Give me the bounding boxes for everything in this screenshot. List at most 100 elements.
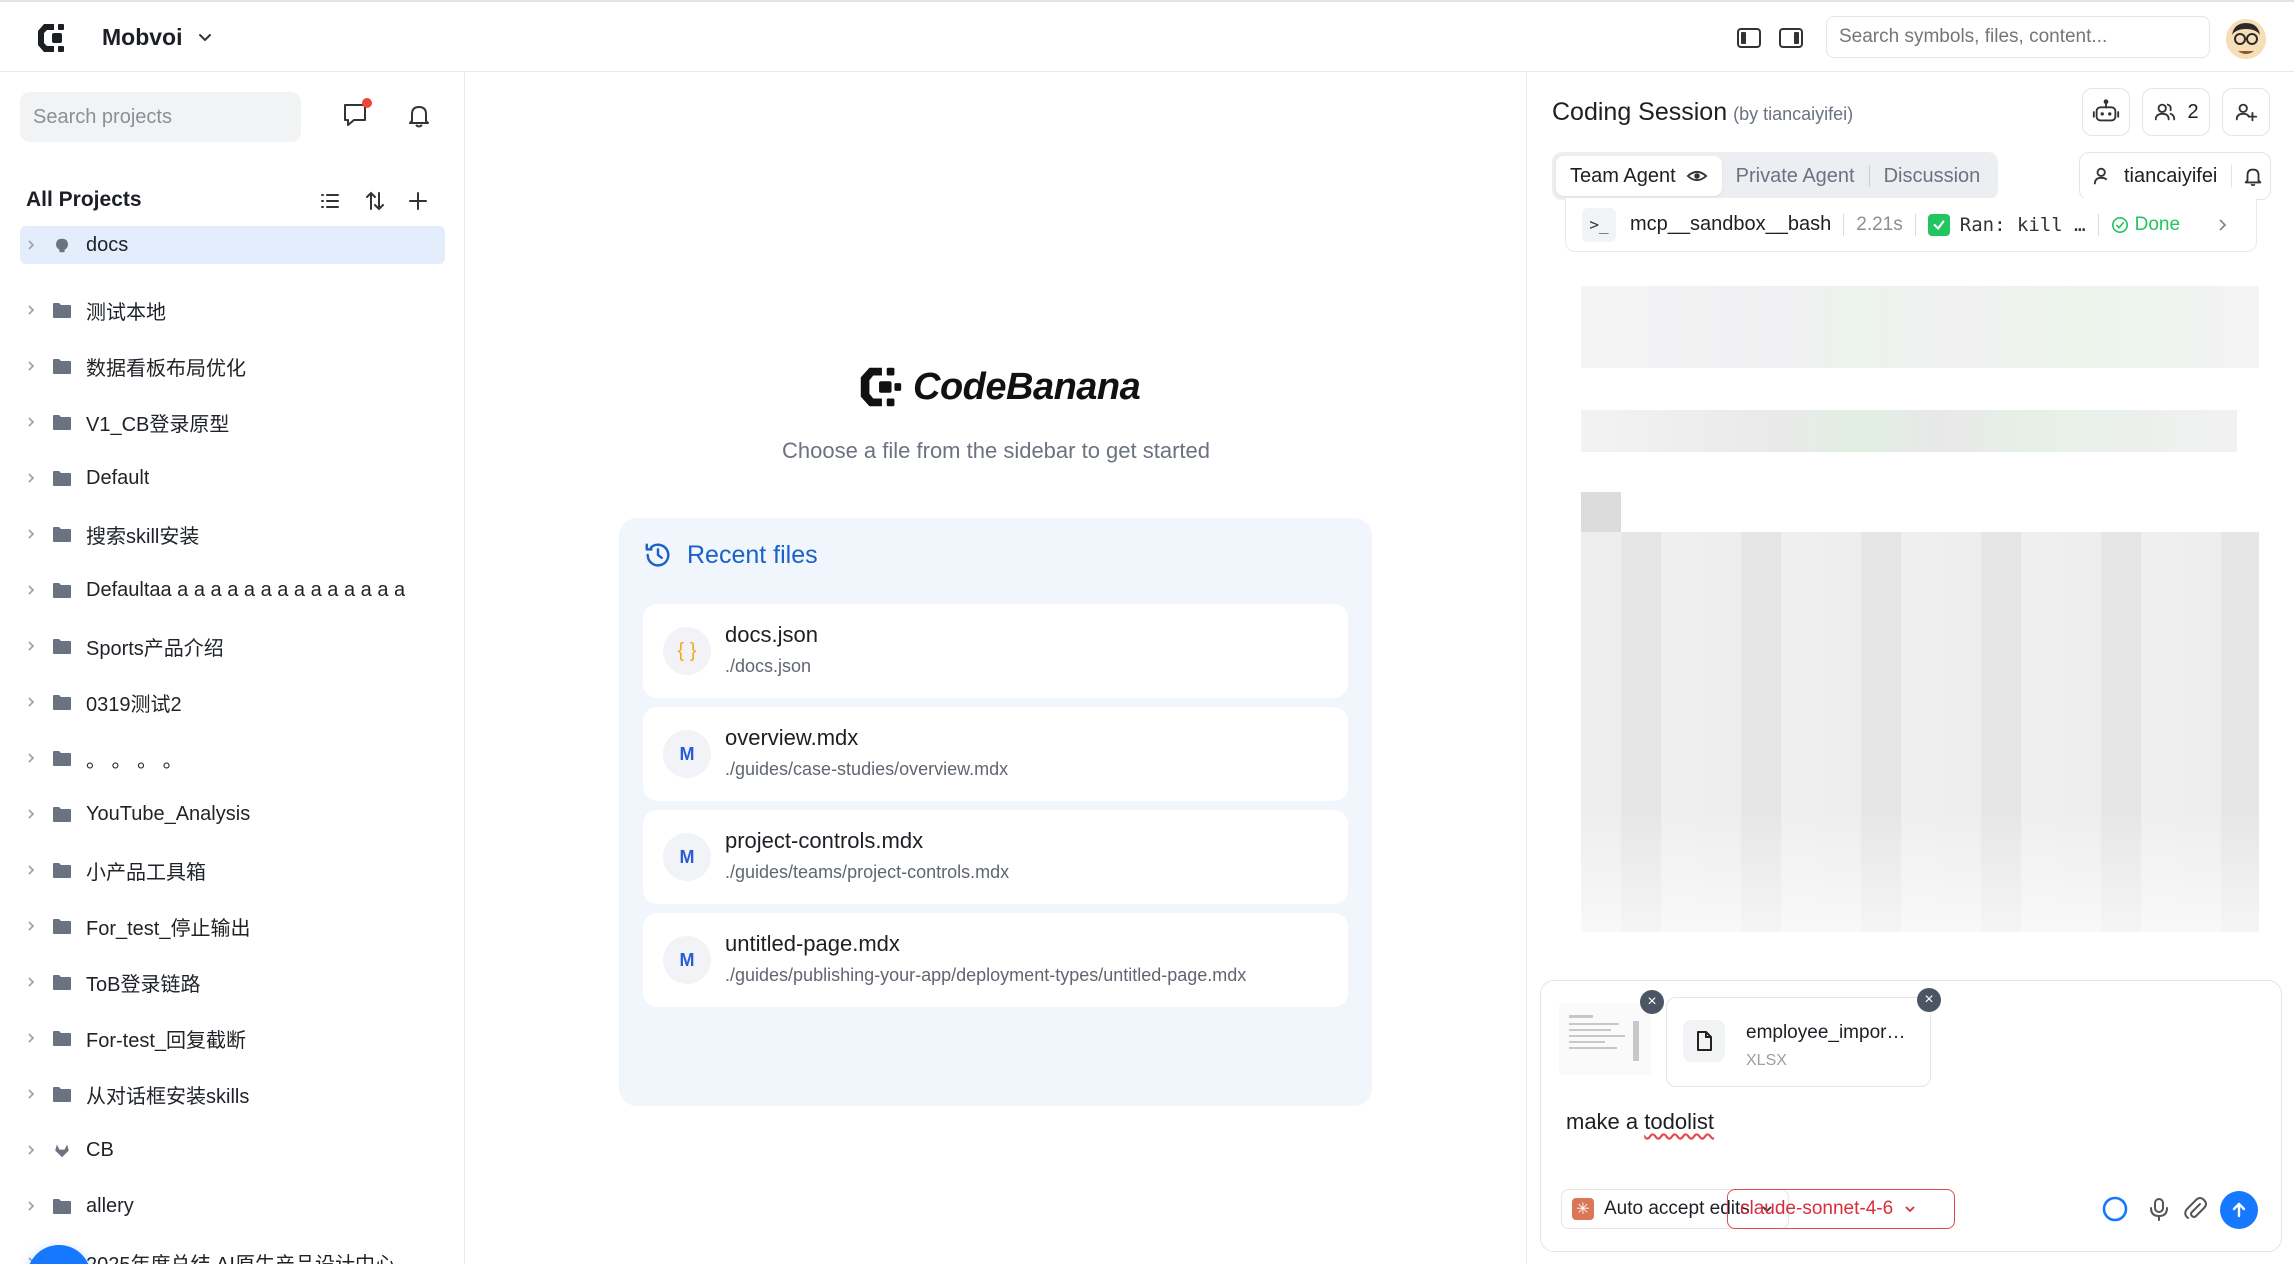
- chevron-right-icon[interactable]: [24, 863, 38, 877]
- project-tree-item[interactable]: 从对话框安装skills: [20, 1066, 445, 1122]
- project-tree-item[interactable]: 测试本地: [20, 282, 445, 338]
- project-tree-item[interactable]: V1_CB登录原型: [20, 394, 445, 450]
- editor-empty-state: CodeBanana Choose a file from the sideba…: [466, 72, 1526, 1264]
- chevron-right-icon[interactable]: [24, 639, 38, 653]
- chevron-right-icon[interactable]: [24, 471, 38, 485]
- project-tree-item[interactable]: docs: [20, 226, 445, 264]
- project-search-input[interactable]: Search projects: [20, 92, 301, 142]
- chevron-right-icon[interactable]: [24, 695, 38, 709]
- redacted-content: [1581, 286, 2259, 368]
- prompt-input[interactable]: make a todolist: [1566, 1109, 1714, 1135]
- remove-attachment-icon[interactable]: ×: [1640, 990, 1664, 1014]
- list-view-icon[interactable]: [318, 189, 342, 213]
- recent-file-row[interactable]: { } docs.json ./docs.json: [643, 604, 1348, 698]
- project-tree-item[interactable]: 。 。 。 。: [20, 730, 445, 786]
- microphone-icon[interactable]: [2145, 1195, 2173, 1223]
- project-tree-item[interactable]: 小产品工具箱: [20, 842, 445, 898]
- project-tree-item[interactable]: 0319测试2: [20, 674, 445, 730]
- tab-private-agent[interactable]: Private Agent: [1722, 156, 1869, 196]
- chevron-right-icon[interactable]: [24, 807, 38, 821]
- model-selector[interactable]: claude-sonnet-4-6: [1727, 1189, 1955, 1229]
- redacted-content: [1581, 492, 1621, 532]
- session-user-button[interactable]: tiancaiyifei: [2079, 152, 2271, 200]
- file-type-icon: M: [663, 730, 711, 778]
- chevron-right-icon[interactable]: [24, 303, 38, 317]
- divider: [1843, 213, 1845, 236]
- section-title: All Projects: [26, 188, 142, 211]
- project-tree-item[interactable]: allery: [20, 1178, 445, 1234]
- chevron-right-icon[interactable]: [24, 919, 38, 933]
- tab-label: Team Agent: [1570, 164, 1676, 187]
- brand: CodeBanana: [855, 362, 1141, 412]
- add-project-icon[interactable]: [406, 189, 430, 213]
- gitlab-icon: [55, 1144, 69, 1157]
- folder-icon: [53, 526, 71, 542]
- project-tree-item[interactable]: 搜索skill安装: [20, 506, 445, 562]
- project-tree-item[interactable]: 数据看板布局优化: [20, 338, 445, 394]
- project-tree-item[interactable]: CB: [20, 1122, 445, 1178]
- send-button[interactable]: [2220, 1191, 2258, 1229]
- attachment-name: employee_impor…: [1746, 1022, 1906, 1043]
- invite-user-button[interactable]: [2222, 88, 2270, 136]
- agent-settings-button[interactable]: [2082, 88, 2130, 136]
- paperclip-icon[interactable]: [2181, 1195, 2209, 1223]
- add-user-icon: [2235, 103, 2258, 122]
- file-type-icon: M: [663, 936, 711, 984]
- codebanana-logo-icon[interactable]: [32, 18, 72, 58]
- remove-attachment-icon[interactable]: ×: [1917, 988, 1941, 1012]
- file-attachment-card[interactable]: employee_impor… XLSX: [1666, 997, 1931, 1087]
- chevron-right-icon[interactable]: [24, 527, 38, 541]
- members-button[interactable]: 2: [2142, 88, 2210, 136]
- project-name: Sports产品介绍: [86, 637, 224, 660]
- project-tree-item[interactable]: Default: [20, 450, 445, 506]
- terminal-icon: >_: [1582, 207, 1616, 242]
- session-title-text: Coding Session: [1552, 98, 1728, 126]
- folder-icon: [53, 582, 71, 598]
- redacted-content: [1581, 410, 2237, 452]
- chevron-right-icon[interactable]: [24, 975, 38, 989]
- tool-call-row[interactable]: >_ mcp__sandbox__bash 2.21s Ran: kill … …: [1565, 198, 2257, 252]
- project-tree-item[interactable]: YouTube_Analysis: [20, 786, 445, 842]
- bell-icon[interactable]: [404, 100, 434, 130]
- toggle-left-panel-icon[interactable]: [1736, 26, 1762, 50]
- project-tree-item[interactable]: For-test_回复截断: [20, 1010, 445, 1066]
- recent-file-row[interactable]: Muntitled-page.mdx ./guides/publishing-yo…: [643, 913, 1348, 1007]
- bell-icon[interactable]: [2242, 165, 2264, 187]
- chevron-right-icon[interactable]: [24, 238, 38, 252]
- tab-team-agent[interactable]: Team Agent: [1556, 156, 1722, 196]
- chevron-right-icon[interactable]: [24, 1031, 38, 1045]
- chevron-right-icon[interactable]: [24, 1143, 38, 1157]
- sort-icon[interactable]: [363, 189, 387, 213]
- project-tree-item[interactable]: Sports产品介绍: [20, 618, 445, 674]
- recent-file-row[interactable]: Mproject-controls.mdx ./guides/teams/proj…: [643, 810, 1348, 904]
- chevron-right-icon[interactable]: [24, 415, 38, 429]
- chevron-right-icon[interactable]: [24, 1087, 38, 1101]
- chevron-right-icon[interactable]: [24, 751, 38, 765]
- project-tree-item[interactable]: Defaultaa a a a a a a a a a a a a a a: [20, 562, 445, 618]
- chevron-right-icon[interactable]: [24, 583, 38, 597]
- project-tree-item[interactable]: For_test_停止输出: [20, 898, 445, 954]
- folder-icon: [53, 470, 71, 486]
- file-name: untitled-page.mdx: [725, 931, 900, 956]
- chevron-right-icon[interactable]: [2214, 217, 2230, 233]
- recent-file-row[interactable]: Moverview.mdx ./guides/case-studies/overv…: [643, 707, 1348, 801]
- project-tree-item[interactable]: ToB登录链路: [20, 954, 445, 1010]
- eye-icon[interactable]: [1686, 165, 1708, 187]
- brand-name: CodeBanana: [913, 365, 1141, 408]
- avatar[interactable]: [2226, 19, 2266, 59]
- chevron-down-icon[interactable]: [196, 28, 214, 46]
- context-usage-icon[interactable]: [2101, 1195, 2129, 1223]
- message-composer: × employee_impor… XLSX × make a todolist…: [1540, 980, 2282, 1252]
- user-icon: [2093, 167, 2108, 185]
- recent-files-card: Recent files { } docs.json ./docs.json Move…: [619, 518, 1372, 1106]
- project-name: docs: [86, 233, 129, 256]
- org-name[interactable]: Mobvoi: [102, 24, 183, 51]
- project-name: 从对话框安装skills: [86, 1085, 250, 1108]
- project-name: V1_CB登录原型: [86, 413, 230, 436]
- global-search-input[interactable]: [1826, 16, 2210, 58]
- tab-discussion[interactable]: Discussion: [1870, 156, 1995, 196]
- chevron-right-icon[interactable]: [24, 1199, 38, 1213]
- chevron-right-icon[interactable]: [24, 359, 38, 373]
- toggle-right-panel-icon[interactable]: [1778, 26, 1804, 50]
- image-attachment-thumbnail[interactable]: [1559, 1003, 1651, 1075]
